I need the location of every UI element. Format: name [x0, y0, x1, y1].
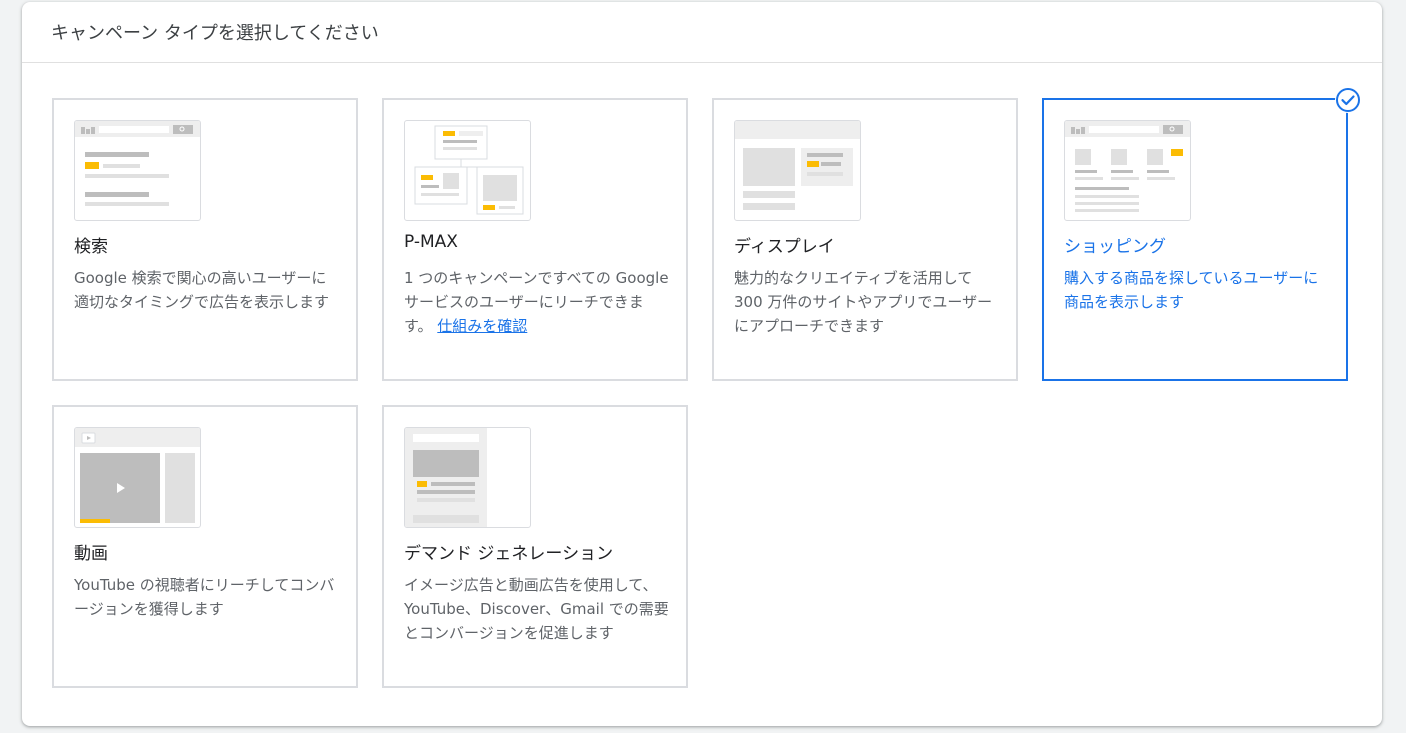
card-description: イメージ広告と動画広告を使用して、YouTube、Discover、Gmail …: [404, 576, 669, 642]
shopping-illustration: [1064, 120, 1191, 221]
card-description: YouTube の視聴者にリーチしてコンバージョンを獲得します: [74, 576, 335, 618]
display-illustration: [734, 120, 861, 221]
card-title: ディスプレイ: [734, 237, 835, 257]
campaign-card-display[interactable]: ディスプレイ 魅力的なクリエイティブを活用して 300 万件のサイトやアプリでユ…: [712, 98, 1018, 381]
video-illustration: [74, 427, 201, 528]
card-title: 検索: [74, 237, 108, 257]
card-title: ショッピング: [1064, 237, 1166, 257]
campaign-card-shopping[interactable]: ショッピング 購入する商品を探しているユーザーに商品を表示します: [1042, 98, 1348, 381]
learn-more-link[interactable]: 仕組みを確認: [437, 317, 527, 335]
card-title: デマンド ジェネレーション: [404, 544, 614, 564]
card-description: Google 検索で関心の高いユーザーに適切なタイミングで広告を表示します: [74, 269, 330, 311]
check-circle-icon: [1335, 87, 1361, 113]
card-description: 1 つのキャンペーンですべての Google サービスのユーザーにリーチできます…: [404, 266, 670, 338]
campaign-card-pmax[interactable]: P-MAX 1 つのキャンペーンですべての Google サービスのユーザーにリ…: [382, 98, 688, 381]
card-title: P-MAX: [404, 232, 458, 252]
panel-header: キャンペーン タイプを選択してください: [22, 2, 1382, 63]
page-title: キャンペーン タイプを選択してください: [51, 23, 379, 44]
search-illustration: [74, 120, 201, 221]
card-title: 動画: [74, 544, 108, 564]
demand-gen-illustration: [404, 427, 531, 528]
campaign-card-search[interactable]: 検索 Google 検索で関心の高いユーザーに適切なタイミングで広告を表示します: [52, 98, 358, 381]
pmax-illustration: [404, 120, 531, 221]
campaign-card-video[interactable]: 動画 YouTube の視聴者にリーチしてコンバージョンを獲得します: [52, 405, 358, 688]
card-description: 魅力的なクリエイティブを活用して 300 万件のサイトやアプリでユーザーにアプロ…: [734, 269, 993, 335]
card-description: 購入する商品を探しているユーザーに商品を表示します: [1064, 269, 1319, 311]
campaign-card-demand-gen[interactable]: デマンド ジェネレーション イメージ広告と動画広告を使用して、YouTube、D…: [382, 405, 688, 688]
